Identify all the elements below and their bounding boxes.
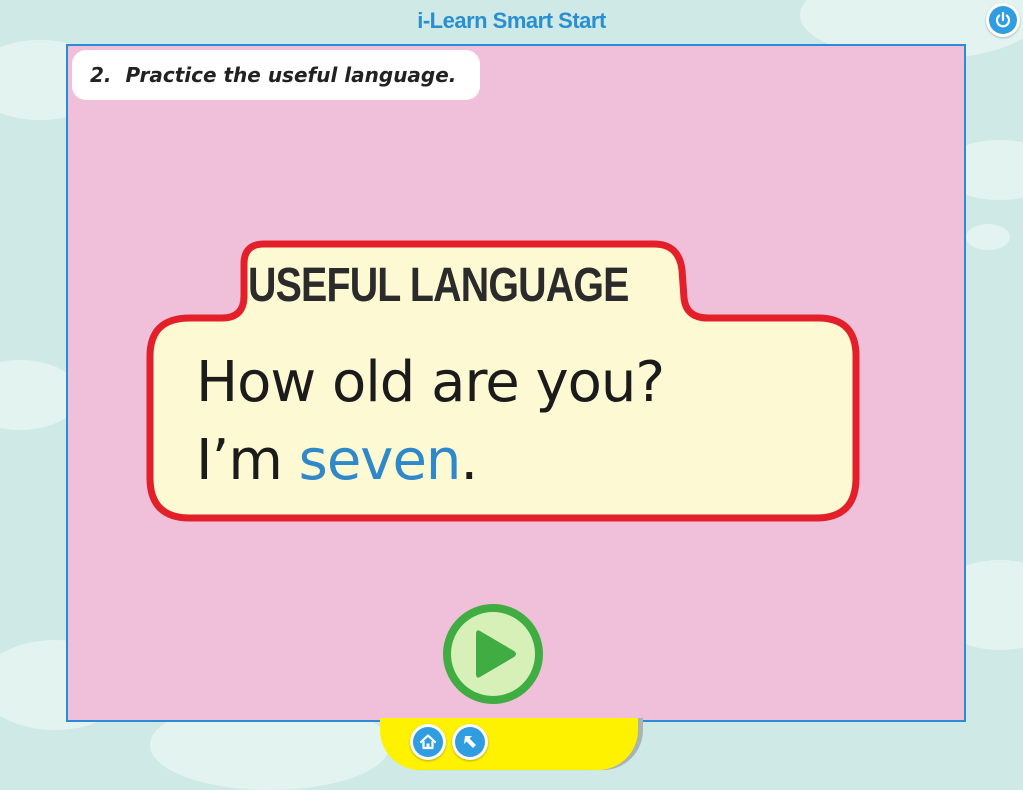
power-icon xyxy=(995,11,1011,28)
back-button[interactable] xyxy=(452,724,488,760)
home-button[interactable] xyxy=(410,724,446,760)
background-cloud xyxy=(966,224,1010,250)
play-icon xyxy=(443,604,543,704)
app-title: i-Learn Smart Start xyxy=(417,8,606,33)
power-button[interactable] xyxy=(986,3,1020,37)
answer-prefix: I’m xyxy=(196,428,299,493)
useful-language-card: USEFUL LANGUAGE How old are you? I’m sev… xyxy=(144,238,864,523)
answer-suffix: . xyxy=(460,428,478,493)
useful-language-answer: I’m seven. xyxy=(196,428,478,493)
play-button[interactable] xyxy=(442,603,544,705)
back-arrow-icon xyxy=(464,736,476,748)
home-icon xyxy=(419,734,437,750)
activity-stage: 2. Practice the useful language. USEFUL … xyxy=(66,44,966,722)
activity-instruction: 2. Practice the useful language. xyxy=(72,50,481,100)
useful-language-question: How old are you? xyxy=(196,350,665,415)
useful-language-heading: USEFUL LANGUAGE xyxy=(248,259,629,312)
answer-highlight: seven xyxy=(298,428,462,493)
